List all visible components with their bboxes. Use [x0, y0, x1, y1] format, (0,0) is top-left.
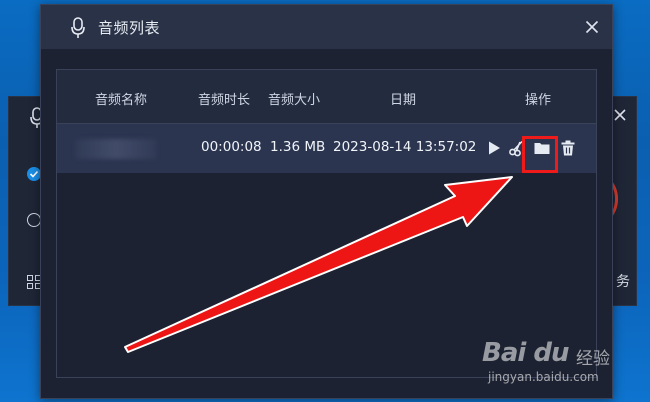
watermark-cn: 经验 [576, 349, 610, 369]
baidu-watermark: Bai du 经验 jingyan.baidu.com [482, 334, 632, 390]
watermark-url: jingyan.baidu.com [488, 370, 599, 384]
watermark-brand: Bai du [482, 338, 569, 368]
